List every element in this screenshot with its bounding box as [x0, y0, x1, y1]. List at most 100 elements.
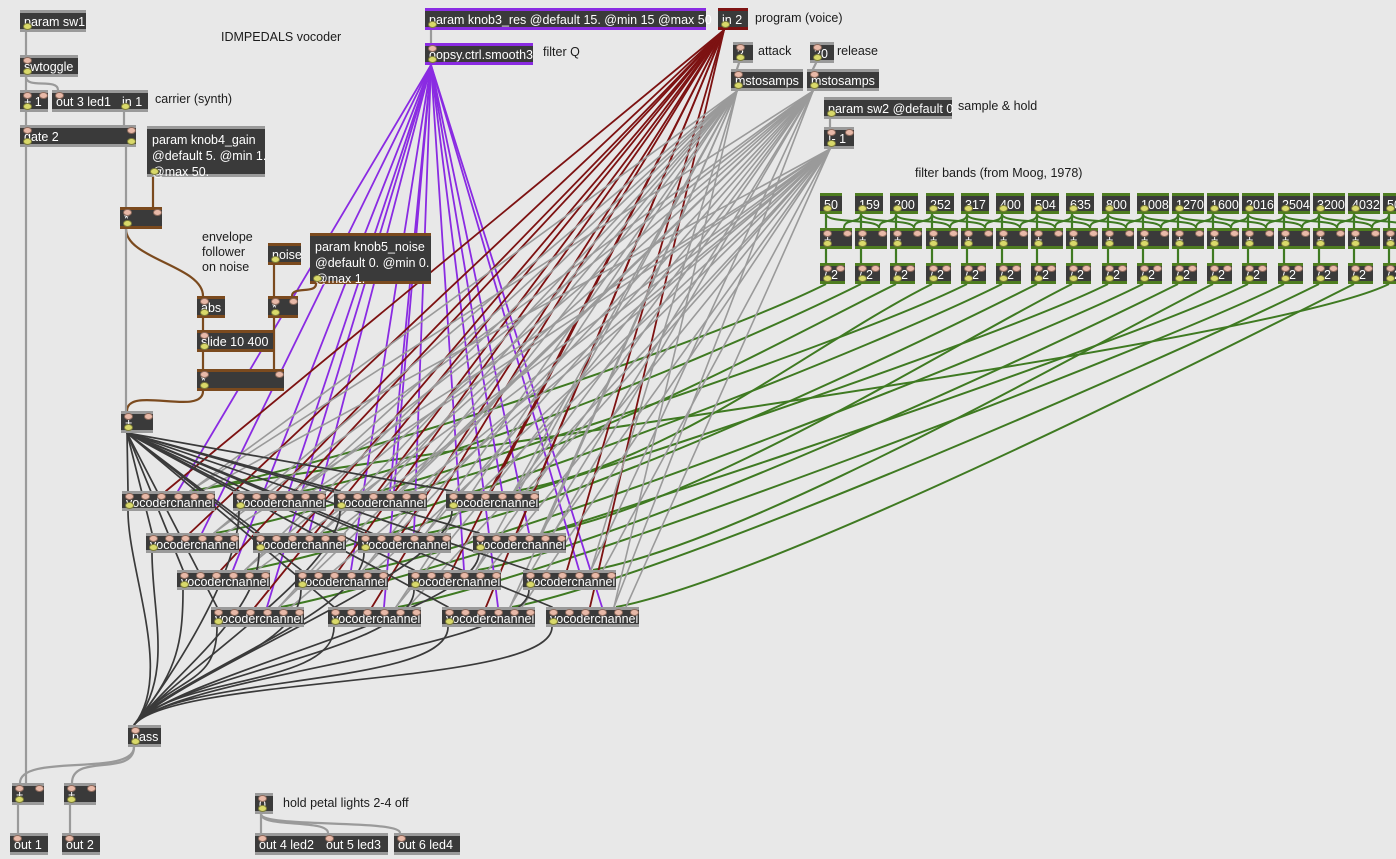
obj-pass[interactable]: pass: [128, 725, 161, 747]
obj-sum-out1[interactable]: +: [12, 783, 44, 805]
vocoderchannel[interactable]: vocoderchannel: [473, 533, 566, 553]
inlet[interactable]: [977, 265, 986, 272]
outlet[interactable]: [1210, 205, 1219, 212]
inlet[interactable]: [397, 835, 406, 842]
inlet[interactable]: [542, 572, 552, 579]
outlet[interactable]: [813, 54, 822, 61]
obj-release-num[interactable]: 20: [810, 42, 834, 63]
outlet[interactable]: [1351, 205, 1360, 212]
inlet[interactable]: [1316, 230, 1325, 237]
filter-band-plus-50[interactable]: +: [820, 228, 852, 249]
vocoderchannel[interactable]: vocoderchannel: [146, 533, 239, 553]
outlet[interactable]: [893, 275, 902, 282]
obj-mstosamps-release[interactable]: mstosamps: [807, 69, 879, 91]
inlet[interactable]: [369, 493, 379, 500]
inlet[interactable]: [125, 493, 134, 500]
outlet[interactable]: [476, 544, 485, 551]
inlet[interactable]: [999, 230, 1008, 237]
outlet[interactable]: [858, 240, 867, 247]
inlet[interactable]: [736, 44, 745, 51]
outlet[interactable]: [823, 205, 832, 212]
inlet[interactable]: [320, 535, 330, 542]
inlet[interactable]: [200, 298, 209, 305]
obj-out3-led1[interactable]: out 3 led1: [52, 90, 120, 112]
inlet[interactable]: [1047, 265, 1056, 272]
inlet[interactable]: [1336, 230, 1345, 237]
outlet[interactable]: [1034, 275, 1043, 282]
vocoderchannel[interactable]: vocoderchannel: [211, 607, 304, 627]
filter-band-plus-800[interactable]: +: [1102, 228, 1134, 249]
filter-band-plus-1270[interactable]: +: [1172, 228, 1204, 249]
inlet[interactable]: [443, 572, 453, 579]
filter-band-plus-317[interactable]: +: [961, 228, 993, 249]
vocoderchannel[interactable]: vocoderchannel: [253, 533, 346, 553]
inlet[interactable]: [1386, 230, 1395, 237]
outlet[interactable]: [823, 275, 832, 282]
inlet[interactable]: [843, 230, 852, 237]
inlet[interactable]: [1258, 265, 1267, 272]
patcher-canvas[interactable]: 50+/ 2159+/ 2200+/ 2252+/ 2317+/ 2400+/ …: [0, 0, 1396, 859]
filter-band-plus-4032[interactable]: +: [1348, 228, 1380, 249]
filter-band-freq-2016[interactable]: 2016: [1242, 193, 1274, 214]
outlet[interactable]: [964, 205, 973, 212]
obj-mstosamps-attack[interactable]: mstosamps: [731, 69, 803, 91]
outlet[interactable]: [1034, 240, 1043, 247]
outlet[interactable]: [180, 581, 189, 588]
outlet[interactable]: [810, 82, 819, 89]
inlet[interactable]: [1105, 230, 1114, 237]
obj-mult-envelope[interactable]: *: [197, 369, 284, 391]
inlet[interactable]: [878, 230, 887, 237]
inlet[interactable]: [379, 609, 389, 616]
outlet[interactable]: [127, 138, 136, 145]
inlet[interactable]: [361, 535, 370, 542]
filter-band-freq-1008[interactable]: 1008: [1137, 193, 1169, 214]
inlet[interactable]: [197, 535, 207, 542]
filter-band-plus-200[interactable]: +: [890, 228, 922, 249]
inlet[interactable]: [984, 230, 993, 237]
obj-in2[interactable]: in 2: [718, 8, 748, 30]
inlet[interactable]: [893, 230, 902, 237]
inlet[interactable]: [409, 535, 419, 542]
obj-attack-num[interactable]: 2: [733, 42, 753, 63]
inlet[interactable]: [590, 572, 600, 579]
inlet[interactable]: [1371, 230, 1380, 237]
inlet[interactable]: [476, 535, 485, 542]
inlet[interactable]: [530, 493, 539, 500]
outlet[interactable]: [1105, 240, 1114, 247]
filter-band-div-2016[interactable]: / 2: [1242, 263, 1267, 284]
outlet[interactable]: [1316, 205, 1325, 212]
inlet[interactable]: [123, 209, 132, 216]
filter-band-freq-3200[interactable]: 3200: [1313, 193, 1345, 214]
inlet[interactable]: [23, 92, 32, 99]
inlet[interactable]: [858, 265, 867, 272]
filter-band-freq-4032[interactable]: 4032: [1348, 193, 1380, 214]
outlet[interactable]: [331, 618, 340, 625]
inlet[interactable]: [1351, 265, 1360, 272]
inlet[interactable]: [1301, 230, 1310, 237]
inlet[interactable]: [131, 727, 140, 734]
filter-band-freq-400[interactable]: 400: [996, 193, 1024, 214]
inlet[interactable]: [213, 535, 223, 542]
outlet[interactable]: [858, 275, 867, 282]
inlet[interactable]: [157, 493, 167, 500]
filter-band-div-504[interactable]: / 2: [1031, 263, 1056, 284]
filter-band-div-50[interactable]: / 2: [820, 263, 845, 284]
inlet[interactable]: [445, 609, 454, 616]
inlet[interactable]: [823, 230, 832, 237]
filter-band-freq-1600[interactable]: 1600: [1207, 193, 1239, 214]
outlet[interactable]: [1386, 275, 1395, 282]
inlet[interactable]: [893, 265, 902, 272]
outlet[interactable]: [149, 544, 158, 551]
obj-in1[interactable]: in 1: [118, 90, 148, 112]
inlet[interactable]: [337, 493, 346, 500]
inlet[interactable]: [149, 535, 158, 542]
vocoderchannel[interactable]: vocoderchannel: [177, 570, 270, 590]
inlet[interactable]: [268, 493, 278, 500]
outlet[interactable]: [15, 796, 24, 803]
obj-param-sw2[interactable]: param sw2 @default 0: [824, 97, 953, 119]
inlet[interactable]: [949, 230, 958, 237]
outlet[interactable]: [1105, 275, 1114, 282]
outlet[interactable]: [271, 309, 280, 316]
filter-band-div-159[interactable]: / 2: [855, 263, 880, 284]
vocoderchannel[interactable]: vocoderchannel: [295, 570, 388, 590]
